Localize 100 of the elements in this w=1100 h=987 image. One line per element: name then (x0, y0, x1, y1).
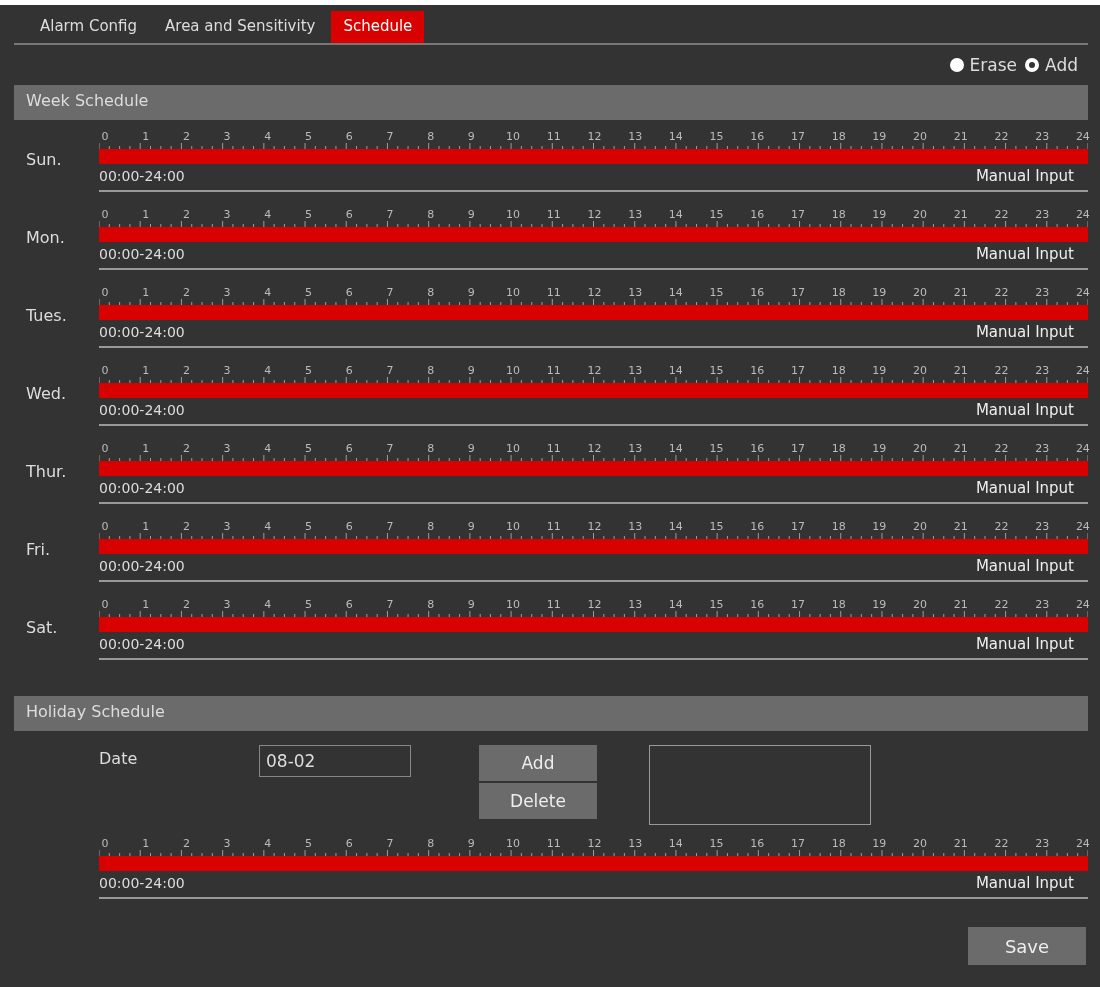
hour-label: 6 (344, 130, 354, 143)
hour-label: 11 (546, 520, 559, 533)
hour-label: 10 (506, 837, 519, 850)
hour-label: 23 (1035, 598, 1048, 611)
hour-label: 17 (790, 286, 803, 299)
hour-label: 14 (668, 208, 681, 221)
hour-label: 24 (1075, 286, 1088, 299)
hour-label: 1 (141, 837, 151, 850)
hour-label: 10 (506, 130, 519, 143)
hour-label: 10 (506, 442, 519, 455)
hour-label: 20 (913, 442, 926, 455)
hour-label: 15 (709, 286, 722, 299)
hour-label: 24 (1075, 598, 1088, 611)
manual-input-link[interactable]: Manual Input (975, 874, 1074, 892)
hour-label: 17 (790, 520, 803, 533)
save-button[interactable]: Save (968, 927, 1086, 965)
hour-label: 17 (790, 598, 803, 611)
hour-label: 24 (1075, 837, 1088, 850)
manual-input-link[interactable]: Manual Input (975, 167, 1074, 185)
hour-label: 18 (831, 130, 844, 143)
day-label: Tues. (25, 305, 68, 325)
hour-label: 5 (304, 364, 313, 377)
hour-label: 0 (100, 364, 110, 377)
hour-label: 9 (466, 598, 476, 611)
hour-label: 6 (344, 598, 354, 611)
hour-label: 18 (831, 520, 844, 533)
hour-label: 18 (831, 598, 844, 611)
hour-label: 0 (100, 598, 110, 611)
hour-label: 9 (466, 208, 476, 221)
add-button[interactable]: Add (479, 745, 597, 781)
hour-label: 19 (872, 598, 885, 611)
hour-label: 16 (750, 598, 763, 611)
radio-button[interactable] (949, 58, 964, 72)
hour-label: 4 (263, 442, 273, 455)
hour-label: 19 (872, 837, 885, 850)
hour-label: 15 (709, 598, 722, 611)
hour-label: 0 (100, 442, 110, 455)
hour-label: 20 (913, 286, 926, 299)
hour-label: 22 (994, 208, 1007, 221)
radio-label[interactable]: Add (1045, 55, 1078, 75)
hour-label: 17 (790, 208, 803, 221)
hour-label: 20 (913, 364, 926, 377)
hour-label: 12 (587, 837, 600, 850)
hour-label: 18 (831, 442, 844, 455)
tab[interactable]: Alarm Config (28, 11, 150, 43)
hour-label: 22 (994, 364, 1007, 377)
time-range: 00:00-24:00 (99, 636, 185, 652)
hour-label: 4 (263, 364, 273, 377)
date-field[interactable]: 08-02 (259, 745, 411, 777)
hour-label: 1 (141, 598, 151, 611)
hour-label: 10 (506, 364, 519, 377)
hour-label: 2 (181, 130, 191, 143)
delete-button[interactable]: Delete (479, 783, 597, 819)
hour-label: 14 (668, 130, 681, 143)
day-label: Sat. (25, 617, 59, 637)
hour-label: 1 (141, 286, 151, 299)
hour-label: 4 (263, 286, 273, 299)
radio-button[interactable] (1025, 58, 1040, 72)
hour-label: 7 (385, 364, 395, 377)
hour-label: 12 (587, 364, 600, 377)
hour-label: 13 (628, 520, 641, 533)
hour-label: 23 (1035, 837, 1048, 850)
hour-label: 12 (587, 442, 600, 455)
hour-label: 3 (222, 598, 232, 611)
section-header: Week Schedule (14, 85, 1088, 120)
manual-input-link[interactable]: Manual Input (975, 245, 1074, 263)
hour-label: 16 (750, 364, 763, 377)
hour-label: 2 (181, 364, 191, 377)
hour-label: 3 (222, 442, 232, 455)
hour-label: 13 (628, 598, 641, 611)
manual-input-link[interactable]: Manual Input (975, 323, 1074, 341)
hour-label: 18 (831, 286, 844, 299)
hour-label: 20 (913, 598, 926, 611)
manual-input-link[interactable]: Manual Input (975, 479, 1074, 497)
hour-label: 22 (994, 286, 1007, 299)
holiday-list[interactable] (649, 745, 871, 825)
hour-label: 21 (953, 442, 966, 455)
hour-label: 12 (587, 598, 600, 611)
hour-label: 2 (181, 520, 191, 533)
tab[interactable]: Area and Sensitivity (153, 11, 328, 43)
hour-label: 24 (1075, 442, 1088, 455)
hour-label: 22 (994, 442, 1007, 455)
radio-label[interactable]: Erase (969, 55, 1018, 75)
hour-label: 24 (1075, 364, 1088, 377)
hour-label: 14 (668, 598, 681, 611)
manual-input-link[interactable]: Manual Input (975, 635, 1074, 653)
hour-label: 3 (222, 130, 232, 143)
day-label: Wed. (25, 383, 67, 403)
tab[interactable]: Schedule (331, 11, 425, 43)
manual-input-link[interactable]: Manual Input (975, 557, 1074, 575)
hour-label: 4 (263, 598, 273, 611)
hour-label: 2 (181, 837, 191, 850)
manual-input-link[interactable]: Manual Input (975, 401, 1074, 419)
hour-label: 23 (1035, 130, 1048, 143)
hour-label: 21 (953, 286, 966, 299)
hour-label: 0 (100, 837, 110, 850)
hour-label: 7 (385, 208, 395, 221)
hour-label: 20 (913, 208, 926, 221)
hour-label: 1 (141, 442, 151, 455)
hour-label: 23 (1035, 286, 1048, 299)
